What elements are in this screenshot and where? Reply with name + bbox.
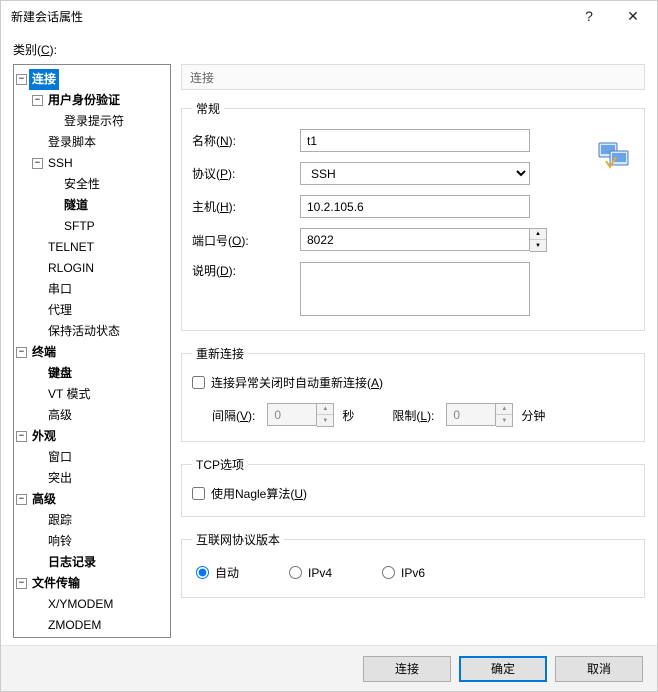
dialog-footer: 连接 确定 取消 [1, 645, 657, 691]
general-legend: 常规 [192, 100, 224, 117]
spin-down-icon: ▼ [496, 415, 512, 426]
category-label: 类别(C): [13, 41, 645, 58]
tree-highlight[interactable]: 突出 [45, 468, 75, 489]
tree-login-script[interactable]: 登录脚本 [45, 132, 99, 153]
nagle-checkbox[interactable] [192, 487, 205, 500]
ipver-legend: 互联网协议版本 [192, 531, 284, 548]
tree-terminal[interactable]: 终端 [29, 342, 59, 363]
collapse-icon[interactable]: − [32, 158, 43, 169]
tree-xymodem[interactable]: X/YMODEM [45, 594, 116, 615]
desc-label: 说明(D): [192, 262, 300, 279]
tree-keepalive[interactable]: 保持活动状态 [45, 321, 123, 342]
tree-security[interactable]: 安全性 [61, 174, 103, 195]
reconnect-group: 重新连接 连接异常关闭时自动重新连接(A) 间隔(V): ▲▼ 秒 限制(L): [181, 345, 645, 442]
protocol-select[interactable]: SSH [300, 162, 530, 185]
nagle-label: 使用Nagle算法(U) [211, 485, 307, 502]
ok-button[interactable]: 确定 [459, 656, 547, 682]
interval-input [267, 403, 317, 426]
spin-up-icon: ▲ [317, 404, 333, 415]
collapse-icon[interactable]: − [16, 431, 27, 442]
tree-proxy[interactable]: 代理 [45, 300, 75, 321]
tree-filetrans[interactable]: 文件传输 [29, 573, 83, 594]
desc-input[interactable] [300, 262, 530, 316]
limit-label: 限制(L): [392, 407, 434, 424]
spin-up-icon[interactable]: ▲ [530, 229, 546, 240]
tree-adv-term[interactable]: 高级 [45, 405, 75, 426]
tree-logging[interactable]: 日志记录 [45, 552, 99, 573]
protocol-label: 协议(P): [192, 165, 300, 182]
port-label: 端口号(O): [192, 232, 300, 249]
tree-window[interactable]: 窗口 [45, 447, 75, 468]
tree-telnet[interactable]: TELNET [45, 237, 97, 258]
general-group: 常规 名称(N): 协议(P): SSH 主机(H): [181, 100, 645, 331]
tree-rlogin[interactable]: RLOGIN [45, 258, 97, 279]
window-title: 新建会话属性 [11, 8, 567, 25]
tree-sftp[interactable]: SFTP [61, 216, 98, 237]
collapse-icon[interactable]: − [16, 578, 27, 589]
cancel-button[interactable]: 取消 [555, 656, 643, 682]
limit-unit: 分钟 [521, 407, 545, 424]
interval-unit: 秒 [342, 407, 354, 424]
collapse-icon[interactable]: − [16, 74, 27, 85]
collapse-icon[interactable]: − [16, 494, 27, 505]
limit-stepper: ▲▼ [446, 403, 513, 427]
ipver-v6-radio[interactable]: IPv6 [382, 566, 425, 580]
panel-title: 连接 [181, 64, 645, 90]
close-button[interactable]: ✕ [611, 2, 655, 30]
help-button[interactable]: ? [567, 2, 611, 30]
tree-look[interactable]: 外观 [29, 426, 59, 447]
interval-stepper: ▲▼ [267, 403, 334, 427]
tree-zmodem[interactable]: ZMODEM [45, 615, 104, 636]
tree-auth[interactable]: 用户身份验证 [45, 90, 123, 111]
category-tree[interactable]: −连接 −用户身份验证 登录提示符 登录脚本 −SSH 安全性 [13, 64, 171, 638]
spin-up-icon: ▲ [496, 404, 512, 415]
tree-vtmode[interactable]: VT 模式 [45, 384, 93, 405]
tree-keyboard[interactable]: 键盘 [45, 363, 75, 384]
interval-label: 间隔(V): [212, 407, 255, 424]
ipver-group: 互联网协议版本 自动 IPv4 IPv6 [181, 531, 645, 598]
name-label: 名称(N): [192, 132, 300, 149]
spin-down-icon[interactable]: ▼ [530, 240, 546, 251]
reconnect-checkbox-label: 连接异常关闭时自动重新连接(A) [211, 374, 383, 391]
tree-tunnel[interactable]: 隧道 [61, 195, 91, 216]
spin-down-icon: ▼ [317, 415, 333, 426]
connect-button[interactable]: 连接 [363, 656, 451, 682]
host-label: 主机(H): [192, 198, 300, 215]
port-input[interactable] [300, 228, 530, 251]
tree-trace[interactable]: 跟踪 [45, 510, 75, 531]
tcp-group: TCP选项 使用Nagle算法(U) [181, 456, 645, 517]
reconnect-checkbox[interactable] [192, 376, 205, 389]
limit-input [446, 403, 496, 426]
tree-serial[interactable]: 串口 [45, 279, 75, 300]
tree-advanced[interactable]: 高级 [29, 489, 59, 510]
tree-login-prompt[interactable]: 登录提示符 [61, 111, 127, 132]
collapse-icon[interactable]: − [16, 347, 27, 358]
tree-connection[interactable]: 连接 [29, 69, 59, 90]
tree-ssh[interactable]: SSH [45, 153, 76, 174]
titlebar: 新建会话属性 ? ✕ [1, 1, 657, 31]
tcp-legend: TCP选项 [192, 456, 248, 473]
name-input[interactable] [300, 129, 530, 152]
ipver-v4-radio[interactable]: IPv4 [289, 566, 332, 580]
ipver-auto-radio[interactable]: 自动 [196, 564, 239, 581]
reconnect-legend: 重新连接 [192, 345, 248, 362]
tree-bell[interactable]: 响铃 [45, 531, 75, 552]
host-input[interactable] [300, 195, 530, 218]
collapse-icon[interactable]: − [32, 95, 43, 106]
computers-icon [596, 139, 632, 171]
port-stepper[interactable]: ▲▼ [300, 228, 547, 252]
